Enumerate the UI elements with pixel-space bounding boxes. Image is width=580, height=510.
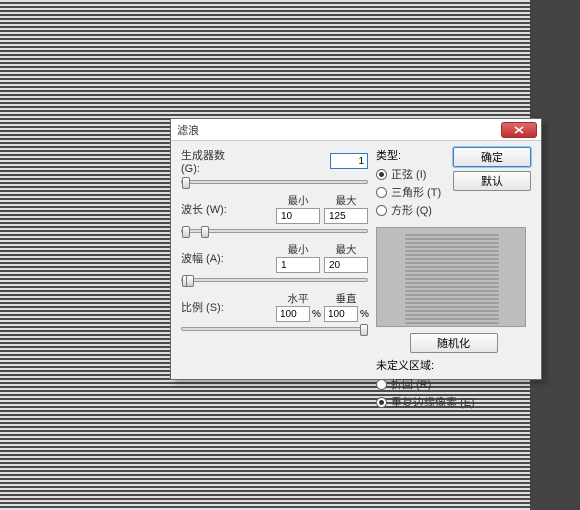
radio-icon	[376, 205, 387, 216]
undefined-title: 未定义区域:	[376, 357, 531, 373]
amplitude-max-hdr: 最大	[324, 242, 368, 257]
radio-icon	[376, 169, 387, 180]
radio-icon	[376, 187, 387, 198]
wavelength-min-input[interactable]	[276, 208, 320, 224]
undef-label: 折回 (R)	[391, 376, 431, 392]
wavelength-label: 波长 (W):	[181, 201, 245, 217]
wavelength-max-input[interactable]	[324, 208, 368, 224]
wavelength-min-hdr: 最小	[276, 193, 320, 208]
undef-radio-wrap[interactable]: 折回 (R)	[376, 375, 531, 393]
type-label: 正弦 (I)	[391, 166, 426, 182]
amplitude-label: 波幅 (A):	[181, 250, 245, 266]
scale-v-input[interactable]	[324, 306, 358, 322]
type-title: 类型:	[376, 147, 447, 163]
undef-label: 重复边缘像素 (E)	[391, 394, 475, 410]
scale-v-unit: %	[360, 309, 369, 320]
generators-slider[interactable]	[181, 180, 368, 184]
type-radio-square[interactable]: 方形 (Q)	[376, 201, 447, 219]
wavelength-max-hdr: 最大	[324, 193, 368, 208]
wavelength-slider[interactable]	[181, 229, 368, 233]
close-icon	[514, 126, 524, 134]
scale-h-unit: %	[312, 309, 321, 320]
preview	[376, 227, 526, 327]
dialog-title: 滤浪	[177, 122, 199, 138]
wave-dialog: 滤浪 生成器数 (G): 波长 (W):	[170, 118, 542, 380]
preview-image	[405, 232, 499, 324]
amplitude-max-input[interactable]	[324, 257, 368, 273]
amplitude-slider[interactable]	[181, 278, 368, 282]
scale-slider[interactable]	[181, 327, 368, 331]
scale-h-input[interactable]	[276, 306, 310, 322]
type-radio-triangle[interactable]: 三角形 (T)	[376, 183, 447, 201]
scale-label: 比例 (S):	[181, 299, 245, 315]
radio-icon	[376, 397, 387, 408]
amplitude-min-hdr: 最小	[276, 242, 320, 257]
type-radio-sine[interactable]: 正弦 (I)	[376, 165, 447, 183]
type-label: 方形 (Q)	[391, 202, 432, 218]
randomize-button[interactable]: 随机化	[410, 333, 498, 353]
titlebar: 滤浪	[171, 119, 541, 141]
scale-v-hdr: 垂直	[324, 291, 368, 306]
close-button[interactable]	[501, 122, 537, 138]
amplitude-min-input[interactable]	[276, 257, 320, 273]
scale-h-hdr: 水平	[276, 291, 320, 306]
generators-label: 生成器数 (G):	[181, 147, 245, 175]
radio-icon	[376, 379, 387, 390]
ok-button[interactable]: 确定	[453, 147, 531, 167]
type-label: 三角形 (T)	[391, 184, 441, 200]
defaults-button[interactable]: 默认	[453, 171, 531, 191]
undef-radio-repeat[interactable]: 重复边缘像素 (E)	[376, 393, 531, 411]
generators-input[interactable]	[330, 153, 368, 169]
